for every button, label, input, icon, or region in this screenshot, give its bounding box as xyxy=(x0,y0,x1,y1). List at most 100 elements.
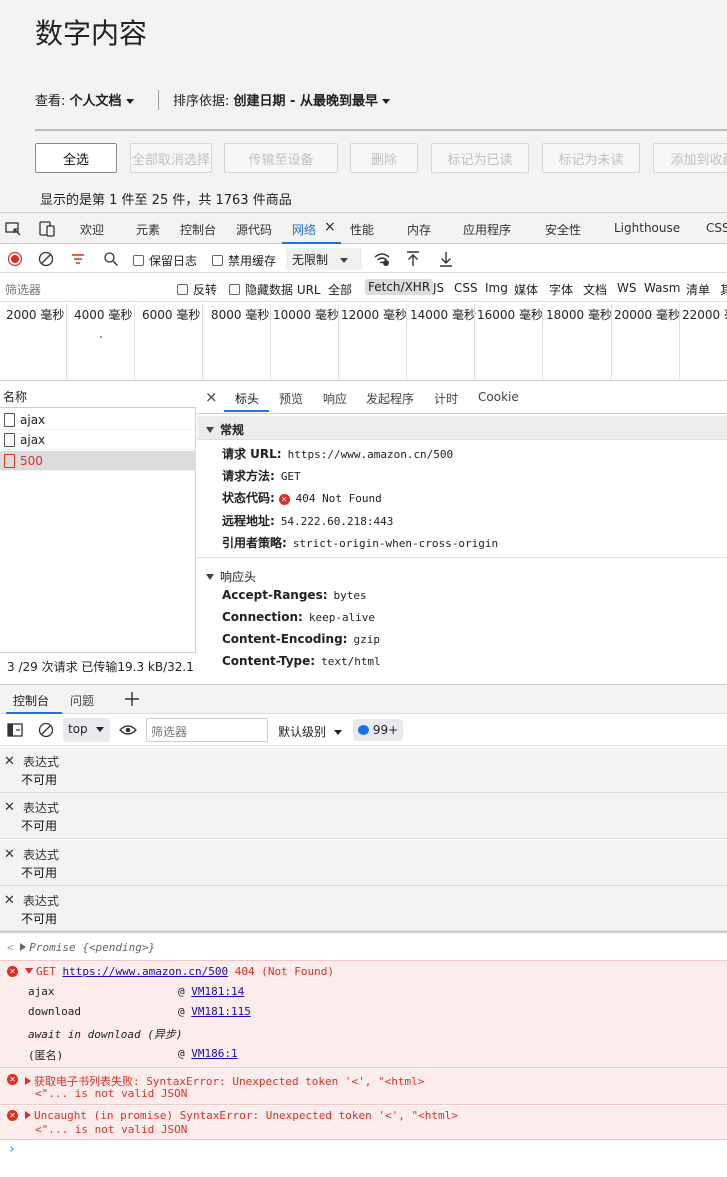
tab-console-drawer[interactable]: 控制台 xyxy=(13,692,49,709)
context-select[interactable]: top xyxy=(63,718,110,742)
filter-input[interactable]: 筛选器 xyxy=(5,281,41,298)
tab-initiator[interactable]: 发起程序 xyxy=(366,390,414,407)
issues-badge[interactable]: 99+ xyxy=(353,719,403,741)
type-filter-all[interactable]: 全部 xyxy=(328,281,352,298)
error-summary[interactable]: GET https://www.amazon.cn/500 404 (Not F… xyxy=(25,965,334,978)
type-filter-font[interactable]: 字体 xyxy=(549,281,573,298)
tab-console[interactable]: 控制台 xyxy=(180,221,216,238)
type-filter-media[interactable]: 媒体 xyxy=(514,281,538,298)
tab-security[interactable]: 安全性 xyxy=(545,221,581,238)
remove-expression-icon[interactable]: ✕ xyxy=(4,800,15,815)
request-row[interactable]: ajax xyxy=(0,410,196,430)
promise-text: Promise {<pending>} xyxy=(29,941,156,954)
stack-link[interactable]: VM181:115 xyxy=(191,1005,251,1018)
header-row: 状态代码: ✕ 404 Not Found xyxy=(222,489,382,506)
remove-expression-icon[interactable]: ✕ xyxy=(4,847,15,862)
header-key: Content-Type: xyxy=(222,654,316,668)
remove-expression-icon[interactable]: ✕ xyxy=(4,893,15,908)
error-url-link[interactable]: https://www.amazon.cn/500 xyxy=(63,965,229,978)
tab-network[interactable]: 网络 xyxy=(292,221,316,238)
tab-application[interactable]: 应用程序 xyxy=(463,221,511,238)
error-text[interactable]: Uncaught (in promise) SyntaxError: Unexp… xyxy=(25,1109,458,1122)
select-all-button[interactable]: 全选 xyxy=(35,143,117,173)
tab-issues[interactable]: 问题 xyxy=(70,692,94,709)
delete-button[interactable]: 删除 xyxy=(350,143,418,173)
expression-label[interactable]: 表达式 xyxy=(23,799,59,816)
disable-cache-checkbox[interactable]: 禁用缓存 xyxy=(212,252,276,269)
clear-icon[interactable] xyxy=(38,251,54,267)
type-filter-other[interactable]: 其 xyxy=(720,281,727,298)
mark-read-button[interactable]: 标记为已读 xyxy=(431,143,529,173)
expand-triangle-icon xyxy=(25,1111,31,1119)
type-filter-wasm[interactable]: Wasm xyxy=(644,281,680,295)
triangle-down-icon xyxy=(206,574,214,580)
stack-link[interactable]: VM181:14 xyxy=(191,985,244,998)
type-filter-img[interactable]: Img xyxy=(485,281,508,295)
clear-console-icon[interactable] xyxy=(38,722,54,738)
request-row[interactable]: ajax xyxy=(0,430,196,450)
view-dropdown[interactable]: 查看: 个人文档 xyxy=(35,90,134,109)
type-filter-ws[interactable]: WS xyxy=(617,281,636,295)
general-section-header[interactable]: 常规 xyxy=(197,416,727,440)
network-timeline[interactable]: 2000 毫秒 4000 毫秒 6000 毫秒 8000 毫秒 10000 毫秒… xyxy=(0,303,727,381)
tab-headers[interactable]: 标头 xyxy=(235,390,259,407)
tab-css[interactable]: CSS xyxy=(706,221,727,235)
timeline-divider xyxy=(542,303,543,381)
network-conditions-icon[interactable] xyxy=(373,251,391,267)
type-filter-doc[interactable]: 文档 xyxy=(583,281,607,298)
tab-lighthouse[interactable]: Lighthouse xyxy=(614,221,680,235)
console-filter-input[interactable]: 筛选器 xyxy=(146,718,268,742)
timeline-divider xyxy=(338,303,339,381)
upload-icon[interactable] xyxy=(405,250,421,268)
type-filter-js[interactable]: JS xyxy=(433,281,444,295)
caret-down-icon xyxy=(125,99,134,104)
error-status: 404 (Not Found) xyxy=(234,965,335,978)
preserve-log-checkbox[interactable]: 保留日志 xyxy=(133,252,197,269)
tab-response[interactable]: 响应 xyxy=(323,390,347,407)
type-filter-fetch-xhr[interactable]: Fetch/XHR xyxy=(365,279,434,295)
expression-label[interactable]: 表达式 xyxy=(23,753,59,770)
tab-preview[interactable]: 预览 xyxy=(279,390,303,407)
invert-checkbox[interactable]: 反转 xyxy=(177,281,217,298)
tab-elements[interactable]: 元素 xyxy=(136,221,160,238)
timeline-tick: 4000 毫秒 xyxy=(74,308,133,322)
mark-unread-button[interactable]: 标记为未读 xyxy=(542,143,640,173)
throttle-select[interactable]: 无限制 xyxy=(286,248,362,270)
eye-icon[interactable] xyxy=(119,724,137,736)
console-result[interactable]: < Promise {<pending>} xyxy=(7,941,155,954)
error-icon: ✕ xyxy=(7,966,18,977)
log-level-select[interactable]: 默认级别 xyxy=(278,723,343,740)
search-icon[interactable] xyxy=(103,251,119,267)
expression-label[interactable]: 表达式 xyxy=(23,892,59,909)
stack-link[interactable]: VM186:1 xyxy=(191,1047,237,1060)
download-icon[interactable] xyxy=(438,250,454,268)
sidebar-toggle-icon[interactable] xyxy=(7,723,23,737)
close-icon[interactable]: × xyxy=(324,219,336,235)
expression-label[interactable]: 表达式 xyxy=(23,846,59,863)
name-column-header[interactable]: 名称 xyxy=(3,388,27,405)
tab-memory[interactable]: 内存 xyxy=(407,221,431,238)
sort-dropdown[interactable]: 排序依据: 创建日期 - 从最晚到最早 xyxy=(173,90,390,109)
tab-sources[interactable]: 源代码 xyxy=(236,221,272,238)
tab-cookie[interactable]: Cookie xyxy=(478,390,519,404)
device-toolbar-icon[interactable] xyxy=(38,220,56,238)
tab-performance[interactable]: 性能 xyxy=(350,221,374,238)
type-filter-manifest[interactable]: 清单 xyxy=(686,281,710,298)
console-prompt[interactable]: › xyxy=(8,1142,16,1157)
record-icon[interactable] xyxy=(7,251,23,267)
add-tab-icon[interactable] xyxy=(124,691,140,707)
inspect-icon[interactable] xyxy=(5,221,21,237)
request-row-error[interactable]: 500 xyxy=(0,451,196,471)
transfer-button[interactable]: 传输至设备 xyxy=(224,143,338,173)
tab-timing[interactable]: 计时 xyxy=(434,390,458,407)
tab-welcome[interactable]: 欢迎 xyxy=(80,221,104,238)
deselect-all-button[interactable]: 全部取消选择 xyxy=(130,143,212,173)
filter-icon[interactable] xyxy=(70,251,86,267)
close-icon[interactable]: × xyxy=(205,388,218,406)
hide-data-url-checkbox[interactable]: 隐藏数据 URL xyxy=(229,281,321,298)
response-headers-section-header[interactable]: 响应头 xyxy=(197,563,727,587)
caret-down-icon xyxy=(381,99,390,104)
add-favorite-button[interactable]: 添加到收藏 xyxy=(653,143,727,173)
remove-expression-icon[interactable]: ✕ xyxy=(4,754,15,769)
type-filter-css[interactable]: CSS xyxy=(454,281,478,295)
